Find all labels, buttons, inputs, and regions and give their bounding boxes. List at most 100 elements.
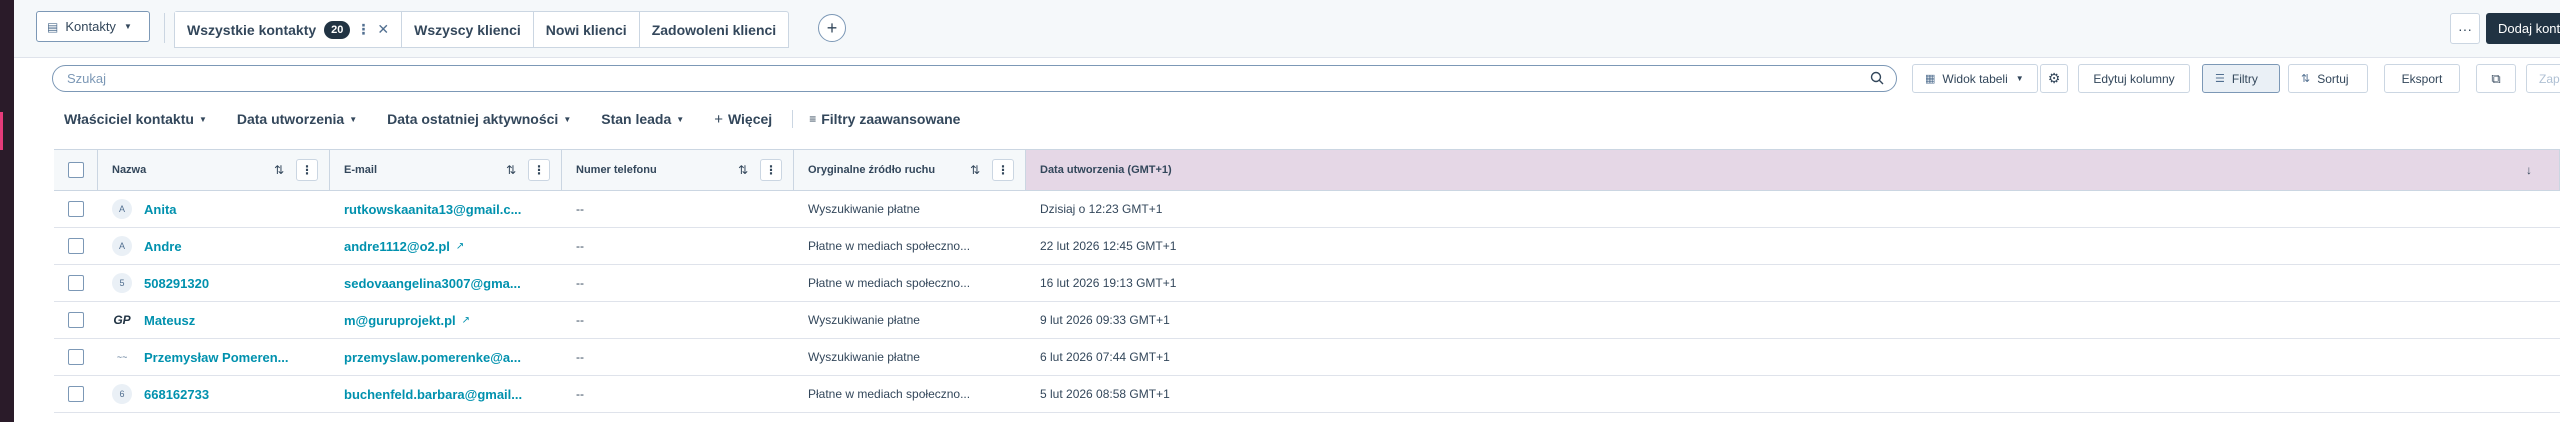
- close-icon[interactable]: ✕: [377, 21, 389, 38]
- create-date-cell: 6 lut 2026 07:44 GMT+1: [1040, 350, 1170, 364]
- vertical-dots-icon[interactable]: ⋮: [296, 159, 318, 181]
- external-link-icon[interactable]: ↗: [456, 241, 464, 252]
- column-header-create-date[interactable]: Data utworzenia (GMT+1) ↓: [1026, 150, 2560, 190]
- save-view-button[interactable]: Zap: [2526, 64, 2560, 93]
- search-input[interactable]: [67, 71, 1882, 86]
- sort-label: Sortuj: [2317, 71, 2349, 86]
- export-button[interactable]: Eksport: [2384, 64, 2460, 93]
- object-selector[interactable]: ▤ Kontakty ▼: [36, 11, 150, 42]
- email-link[interactable]: buchenfeld.barbara@gmail...: [344, 387, 522, 402]
- row-checkbox[interactable]: [68, 275, 84, 291]
- divider: [164, 13, 165, 43]
- contact-name-link[interactable]: Andre: [144, 239, 182, 254]
- email-link[interactable]: andre1112@o2.pl: [344, 239, 450, 254]
- email-cell: m@guruprojekt.pl ↗: [330, 302, 562, 338]
- column-header-phone[interactable]: Numer telefonu ⇅ ⋮: [562, 150, 794, 190]
- row-checkbox[interactable]: [68, 238, 84, 254]
- external-link-icon[interactable]: ↗: [462, 315, 470, 326]
- contact-name-link[interactable]: Przemysław Pomeren...: [144, 350, 289, 365]
- filter-label: Data ostatniej aktywności: [387, 111, 559, 127]
- traffic-source-cell: Wyszukiwanie płatne: [794, 302, 1026, 338]
- email-link[interactable]: m@guruprojekt.pl: [344, 313, 456, 328]
- email-link[interactable]: sedovaangelina3007@gma...: [344, 276, 521, 291]
- name-cell: A Anita: [98, 191, 330, 227]
- select-all-checkbox[interactable]: [68, 162, 84, 178]
- column-header-email[interactable]: E-mail ⇅ ⋮: [330, 150, 562, 190]
- table-row[interactable]: 6 668162733 buchenfeld.barbara@gmail... -…: [54, 376, 2560, 413]
- vertical-dots-icon[interactable]: ⋮: [992, 159, 1014, 181]
- table-settings-button[interactable]: ⚙: [2040, 64, 2068, 93]
- avatar: A: [112, 199, 132, 219]
- phone-cell: --: [576, 350, 584, 364]
- vertical-dots-icon[interactable]: ⋮: [760, 159, 782, 181]
- row-checkbox[interactable]: [68, 201, 84, 217]
- table-row[interactable]: A Andre andre1112@o2.pl ↗ -- Płatne w medi…: [54, 228, 2560, 265]
- column-label: Data utworzenia (GMT+1): [1040, 164, 1172, 176]
- tab-happy-clients[interactable]: Zadowoleni klienci: [640, 12, 788, 47]
- traffic-source-cell: Płatne w mediach społeczno...: [794, 265, 1026, 301]
- column-header-traffic-source[interactable]: Oryginalne źródło ruchu ⇅ ⋮: [794, 150, 1026, 190]
- sort-button[interactable]: ⇅ Sortuj: [2288, 64, 2368, 93]
- row-select-cell: [54, 228, 98, 264]
- filter-contact-owner[interactable]: Właściciel kontaktu ▼: [64, 111, 207, 127]
- email-cell: andre1112@o2.pl ↗: [330, 228, 562, 264]
- advanced-filters-button[interactable]: ≡ Filtry zaawansowane: [809, 111, 960, 127]
- chevron-down-icon: ▼: [563, 114, 572, 124]
- search-icon[interactable]: [1870, 71, 1884, 85]
- sort-icon[interactable]: ⇅: [274, 163, 284, 177]
- filters-button[interactable]: ☰ Filtry: [2202, 64, 2280, 93]
- create-date-cell: 5 lut 2026 08:58 GMT+1: [1040, 387, 1170, 401]
- sort-icon[interactable]: ⇅: [506, 163, 516, 177]
- table-header: Nazwa ⇅ ⋮ E-mail ⇅ ⋮ Numer telefonu ⇅ ⋮ …: [54, 149, 2560, 191]
- traffic-source-value: Płatne w mediach społeczno...: [808, 276, 971, 290]
- row-select-cell: [54, 376, 98, 412]
- add-view-button[interactable]: +: [818, 14, 846, 42]
- phone-cell: --: [576, 276, 584, 290]
- duplicate-view-button[interactable]: ⧉: [2476, 64, 2516, 93]
- contact-name-link[interactable]: 508291320: [144, 276, 209, 291]
- quick-filters: Właściciel kontaktu ▼ Data utworzenia ▼ Da…: [64, 108, 990, 130]
- object-selector-label: Kontakty: [65, 19, 116, 34]
- email-link[interactable]: przemyslaw.pomerenke@a...: [344, 350, 521, 365]
- tab-all-clients[interactable]: Wszyscy klienci: [402, 12, 534, 47]
- filter-last-activity[interactable]: Data ostatniej aktywności ▼: [387, 111, 571, 127]
- column-label: Numer telefonu: [576, 164, 657, 176]
- tab-label: Zadowoleni klienci: [651, 21, 777, 38]
- arrow-down-icon[interactable]: ↓: [2526, 163, 2532, 177]
- table-row[interactable]: GP Mateusz m@guruprojekt.pl ↗ -- Wyszukiwa…: [54, 302, 2560, 339]
- signature-avatar-icon: ~~: [116, 352, 128, 362]
- row-checkbox[interactable]: [68, 312, 84, 328]
- table-row[interactable]: A Anita rutkowskaanita13@gmail.c... -- Wy…: [54, 191, 2560, 228]
- table-row[interactable]: 5 508291320 sedovaangelina3007@gma... -- …: [54, 265, 2560, 302]
- sort-icon[interactable]: ⇅: [970, 163, 980, 177]
- table-row[interactable]: ~~ Przemysław Pomeren... przemyslaw.pomer…: [54, 339, 2560, 376]
- filter-create-date[interactable]: Data utworzenia ▼: [237, 111, 357, 127]
- chevron-down-icon: ▼: [676, 114, 685, 124]
- sort-icon[interactable]: ⇅: [738, 163, 748, 177]
- table-view-button[interactable]: ▦ Widok tabeli ▼: [1912, 64, 2038, 93]
- add-contact-button[interactable]: Dodaj kontakt: [2486, 13, 2560, 44]
- more-actions-button[interactable]: ···: [2450, 13, 2480, 44]
- vertical-dots-icon[interactable]: ⋮: [528, 159, 550, 181]
- divider: [792, 110, 794, 128]
- vertical-dots-icon[interactable]: ⋮: [356, 21, 370, 38]
- column-label: Oryginalne źródło ruchu: [808, 164, 936, 176]
- column-header-name[interactable]: Nazwa ⇅ ⋮: [98, 150, 330, 190]
- email-link[interactable]: rutkowskaanita13@gmail.c...: [344, 202, 521, 217]
- tab-new-clients[interactable]: Nowi klienci: [534, 12, 640, 47]
- tab-all-contacts[interactable]: Wszystkie kontakty 20 ⋮ ✕: [175, 12, 403, 47]
- search-field: [52, 65, 1897, 92]
- filter-lead-status[interactable]: Stan leada ▼: [601, 111, 684, 127]
- row-select-cell: [54, 339, 98, 375]
- contact-name-link[interactable]: Anita: [144, 202, 177, 217]
- contact-name-link[interactable]: Mateusz: [144, 313, 195, 328]
- row-checkbox[interactable]: [68, 349, 84, 365]
- edit-columns-button[interactable]: Edytuj kolumny: [2078, 64, 2190, 93]
- contact-name-link[interactable]: 668162733: [144, 387, 209, 402]
- filter-more[interactable]: + Więcej: [714, 111, 772, 128]
- filter-lines-icon: ≡: [809, 112, 817, 126]
- sort-icon: ⇅: [2301, 73, 2311, 85]
- avatar: 5: [112, 273, 132, 293]
- phone-cell: --: [576, 313, 584, 327]
- row-checkbox[interactable]: [68, 386, 84, 402]
